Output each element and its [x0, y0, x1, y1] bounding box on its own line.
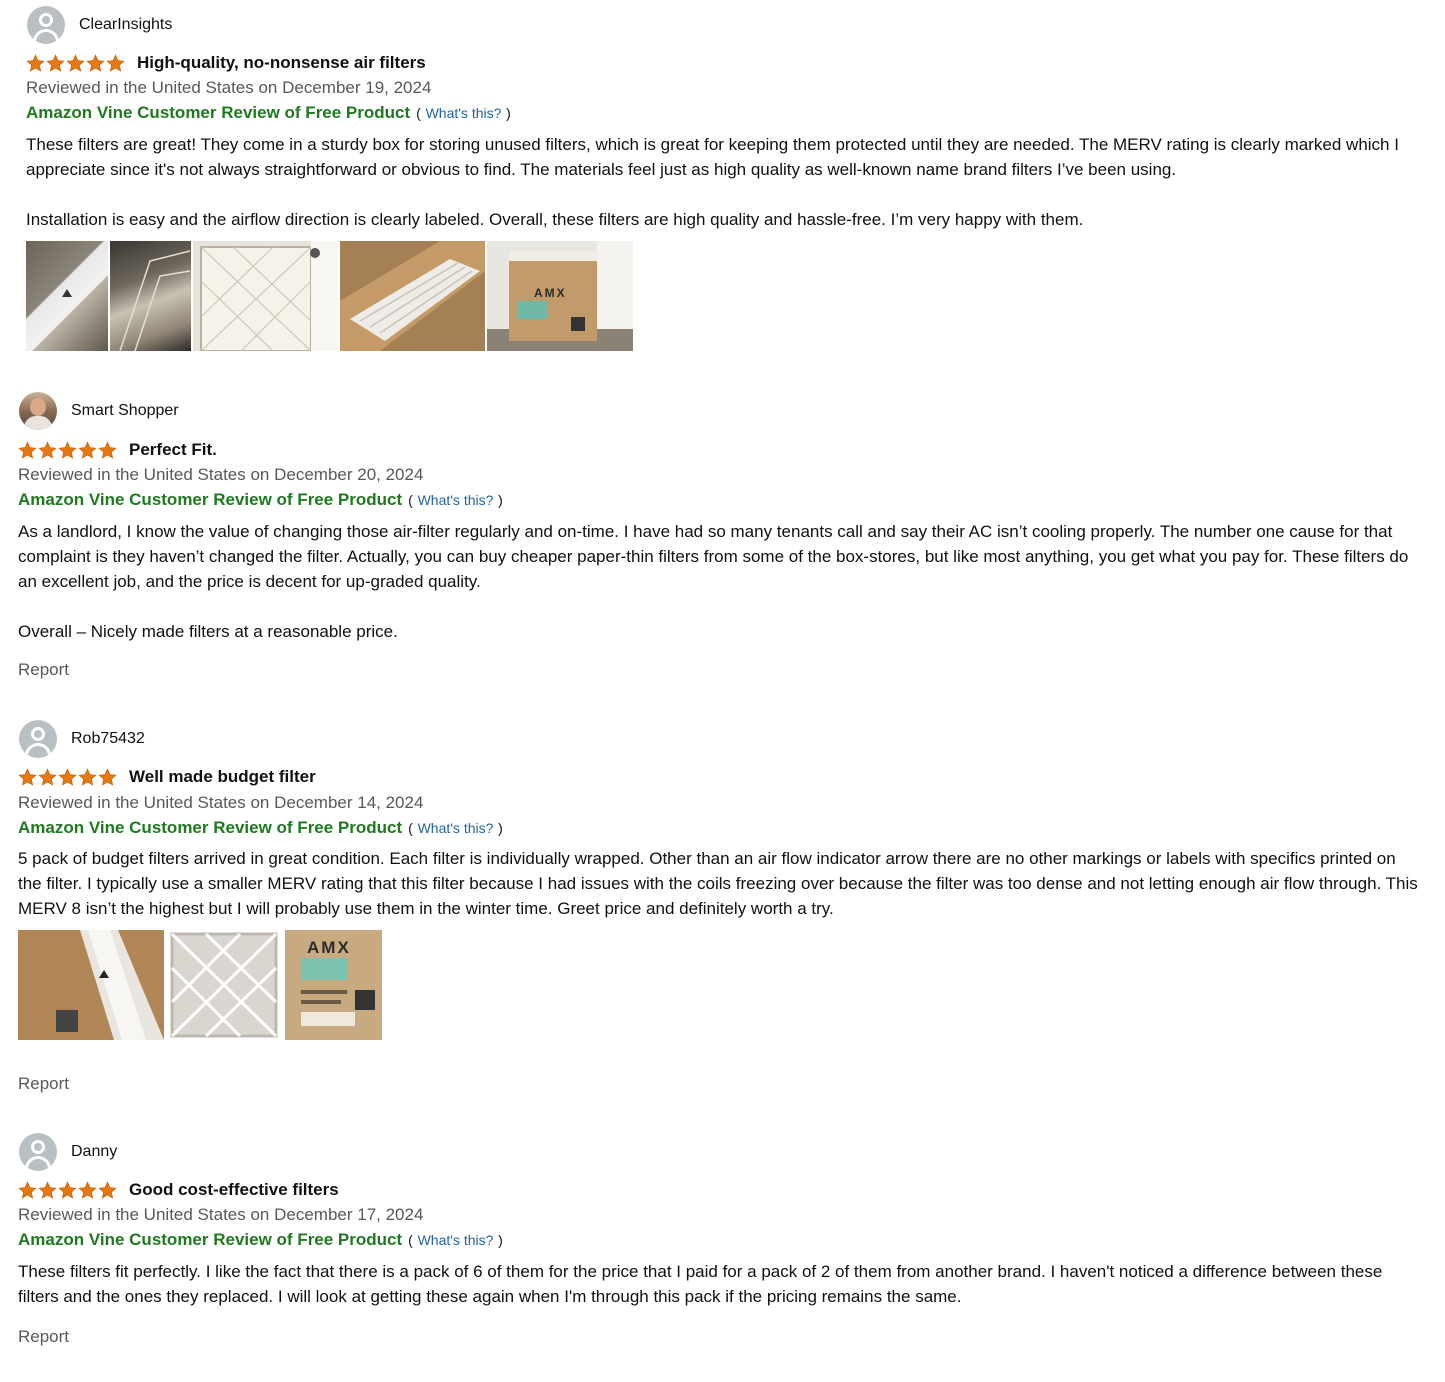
- review-image-5[interactable]: AMX: [487, 241, 633, 351]
- star-icon: [18, 768, 37, 787]
- star-icon: [38, 1181, 57, 1200]
- star-icon: [58, 768, 77, 787]
- report-link[interactable]: Report: [18, 1327, 69, 1347]
- reviewer-name: Smart Shopper: [71, 402, 179, 419]
- review-images: AMX: [18, 930, 382, 1040]
- paren-close: ): [498, 1232, 503, 1248]
- vine-badge-row: Amazon Vine Customer Review of Free Prod…: [18, 490, 503, 510]
- star-icon: [58, 441, 77, 460]
- reviewer-profile[interactable]: Smart Shopper: [19, 392, 179, 430]
- vine-badge-row: Amazon Vine Customer Review of Free Prod…: [26, 103, 511, 123]
- paren-open: (: [416, 105, 421, 121]
- review-title[interactable]: High-quality, no-nonsense air filters: [137, 53, 426, 73]
- vine-badge: Amazon Vine Customer Review of Free Prod…: [18, 1230, 403, 1249]
- review-body: 5 pack of budget filters arrived in grea…: [18, 846, 1418, 921]
- whats-this-link[interactable]: What's this?: [418, 1232, 494, 1248]
- review-body: These filters are great! They come in a …: [26, 132, 1426, 232]
- review-images: AMX: [26, 241, 633, 351]
- avatar: [27, 6, 65, 44]
- whats-this-link[interactable]: What's this?: [418, 820, 494, 836]
- reviewer-name: Rob75432: [71, 730, 145, 747]
- whats-this-link[interactable]: What's this?: [418, 492, 494, 508]
- review-image-3[interactable]: [193, 241, 338, 351]
- review-image-4[interactable]: [340, 241, 485, 351]
- review-title[interactable]: Perfect Fit.: [129, 440, 217, 460]
- review-image-2[interactable]: [110, 241, 191, 351]
- star-icon: [46, 54, 65, 73]
- review-image-1[interactable]: [18, 930, 164, 1040]
- star-icon: [98, 1181, 117, 1200]
- star-icon: [78, 441, 97, 460]
- star-icon: [38, 441, 57, 460]
- review-image-3[interactable]: AMX: [285, 930, 382, 1040]
- paren-open: (: [408, 492, 413, 508]
- whats-this-link[interactable]: What's this?: [426, 105, 502, 121]
- review-paragraph: 5 pack of budget filters arrived in grea…: [18, 849, 1418, 918]
- reviewer-name: Danny: [71, 1143, 118, 1160]
- star-icon: [78, 768, 97, 787]
- reviewer-profile[interactable]: ClearInsights: [27, 6, 172, 44]
- vine-badge: Amazon Vine Customer Review of Free Prod…: [26, 103, 411, 122]
- star-icon: [58, 1181, 77, 1200]
- review-date: Reviewed in the United States on Decembe…: [26, 78, 432, 97]
- vine-badge: Amazon Vine Customer Review of Free Prod…: [18, 818, 403, 837]
- review-paragraph: Overall – Nicely made filters at a reaso…: [18, 622, 398, 641]
- vine-badge: Amazon Vine Customer Review of Free Prod…: [18, 490, 403, 509]
- avatar: [19, 1133, 57, 1171]
- review-paragraph: Installation is easy and the airflow dir…: [26, 210, 1084, 229]
- review-paragraph: These filters are great! They come in a …: [26, 135, 1399, 179]
- star-icon: [98, 441, 117, 460]
- star-rating[interactable]: [26, 54, 125, 73]
- star-icon: [18, 441, 37, 460]
- report-link[interactable]: Report: [18, 660, 69, 680]
- paren-close: ): [498, 820, 503, 836]
- reviewer-profile[interactable]: Danny: [19, 1133, 117, 1171]
- paren-open: (: [408, 1232, 413, 1248]
- star-rating[interactable]: [18, 1181, 117, 1200]
- star-icon: [106, 54, 125, 73]
- star-icon: [78, 1181, 97, 1200]
- review-paragraph: As a landlord, I know the value of chang…: [18, 522, 1409, 591]
- paren-open: (: [408, 820, 413, 836]
- star-rating[interactable]: [18, 441, 117, 460]
- vine-badge-row: Amazon Vine Customer Review of Free Prod…: [18, 818, 503, 838]
- review-paragraph: These filters fit perfectly. I like the …: [18, 1262, 1383, 1306]
- paren-close: ): [506, 105, 511, 121]
- review-body: These filters fit perfectly. I like the …: [18, 1259, 1418, 1309]
- review-date: Reviewed in the United States on Decembe…: [18, 1205, 424, 1224]
- star-icon: [38, 768, 57, 787]
- vine-badge-row: Amazon Vine Customer Review of Free Prod…: [18, 1230, 503, 1250]
- reviewer-profile[interactable]: Rob75432: [19, 720, 145, 758]
- review-image-2[interactable]: [166, 930, 283, 1040]
- avatar: [19, 392, 57, 430]
- paren-close: ): [498, 492, 503, 508]
- amx-logo-text: AMX: [307, 938, 351, 957]
- review-image-1[interactable]: [26, 241, 108, 351]
- report-link[interactable]: Report: [18, 1074, 69, 1094]
- reviewer-name: ClearInsights: [79, 16, 173, 33]
- review-date: Reviewed in the United States on Decembe…: [18, 793, 424, 812]
- star-icon: [86, 54, 105, 73]
- star-rating[interactable]: [18, 768, 117, 787]
- star-icon: [18, 1181, 37, 1200]
- star-icon: [66, 54, 85, 73]
- review-body: As a landlord, I know the value of chang…: [18, 519, 1418, 644]
- star-icon: [98, 768, 117, 787]
- avatar: [19, 720, 57, 758]
- amx-logo-text: AMX: [534, 286, 567, 300]
- review-title[interactable]: Good cost-effective filters: [129, 1180, 339, 1200]
- review-date: Reviewed in the United States on Decembe…: [18, 465, 424, 484]
- review-title[interactable]: Well made budget filter: [129, 767, 316, 787]
- star-icon: [26, 54, 45, 73]
